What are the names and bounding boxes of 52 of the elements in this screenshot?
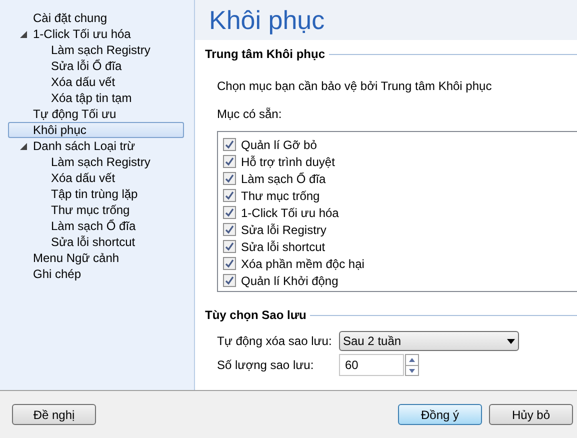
checkbox-label: Quản lí Khởi động — [241, 272, 338, 290]
checkbox[interactable] — [223, 257, 236, 270]
cancel-button[interactable]: Hủy bỏ — [489, 404, 573, 425]
section-heading: Tùy chọn Sao lưu — [205, 307, 306, 324]
tree-item[interactable]: Xóa dấu vết — [51, 169, 116, 187]
checkbox[interactable] — [223, 189, 236, 202]
checkbox-label: Làm sạch Ổ đĩa — [241, 170, 326, 188]
tree-item[interactable]: Thư mục trống — [51, 201, 130, 219]
checkbox-label: Xóa phần mềm độc hại — [241, 256, 364, 272]
suggest-button[interactable]: Đề nghị — [12, 404, 96, 425]
checkbox-label: Sửa lỗi Registry — [241, 222, 326, 238]
tree-item[interactable]: Làm sạch Ổ đĩa — [51, 217, 136, 235]
page-title: Khôi phục — [209, 7, 325, 33]
expanded-arrow-icon[interactable] — [20, 142, 27, 150]
field-label: Tự động xóa sao lưu: — [217, 333, 333, 350]
section-heading: Trung tâm Khôi phục — [205, 46, 325, 63]
expanded-arrow-icon[interactable] — [20, 30, 27, 38]
checkbox[interactable] — [223, 172, 236, 185]
tree-item[interactable]: Khôi phục — [8, 122, 184, 138]
checkbox[interactable] — [223, 138, 236, 151]
tree-item[interactable]: Sửa lỗi shortcut — [51, 233, 136, 251]
tree-item[interactable]: Cài đặt chung — [33, 9, 108, 27]
tree-item[interactable]: Xóa dấu vết — [51, 73, 116, 91]
dropdown-caret-icon — [507, 338, 515, 344]
list-label: Mục có sẵn: — [217, 106, 282, 123]
tree-item[interactable]: Danh sách Loại trừ — [33, 137, 136, 155]
down-arrow-icon — [406, 364, 418, 375]
checkbox[interactable] — [223, 240, 236, 253]
checkbox[interactable] — [223, 206, 236, 219]
number-field[interactable]: 60 — [339, 354, 404, 376]
tree-item[interactable]: Sửa lỗi Ổ đĩa — [51, 57, 122, 75]
checkbox-label: Quản lí Gỡ bỏ — [241, 136, 317, 154]
tree-item[interactable]: Làm sạch Registry — [51, 153, 150, 171]
tree-item[interactable]: Tập tin trùng lặp — [51, 185, 138, 203]
dropdown[interactable]: Sau 2 tuần — [339, 331, 519, 351]
tree-item[interactable]: 1-Click Tối ưu hóa — [33, 25, 131, 43]
checkbox[interactable] — [223, 274, 236, 287]
tree-item[interactable]: Xóa tập tin tạm — [51, 89, 132, 107]
field-label: Số lượng sao lưu: — [217, 357, 315, 374]
checkbox[interactable] — [223, 155, 236, 168]
tree-item[interactable]: Tự động Tối ưu — [33, 105, 116, 123]
ok-button[interactable]: Đồng ý — [398, 404, 482, 425]
description-text: Chọn mục bạn cần bảo vệ bởi Trung tâm Khôi phục — [217, 78, 492, 95]
tree-item[interactable]: Menu Ngữ cảnh — [33, 249, 120, 267]
tree-item[interactable]: Làm sạch Registry — [51, 41, 150, 59]
checkbox[interactable] — [223, 223, 236, 236]
tree-item[interactable]: Ghi chép — [33, 265, 82, 283]
checkbox-label: Thư mục trống — [241, 188, 320, 204]
checkbox-label: Sửa lỗi shortcut — [241, 238, 326, 256]
spin-buttons[interactable] — [405, 354, 419, 376]
checkbox-label: 1-Click Tối ưu hóa — [241, 204, 339, 222]
checkbox-label: Hỗ trợ trình duyệt — [241, 154, 335, 170]
